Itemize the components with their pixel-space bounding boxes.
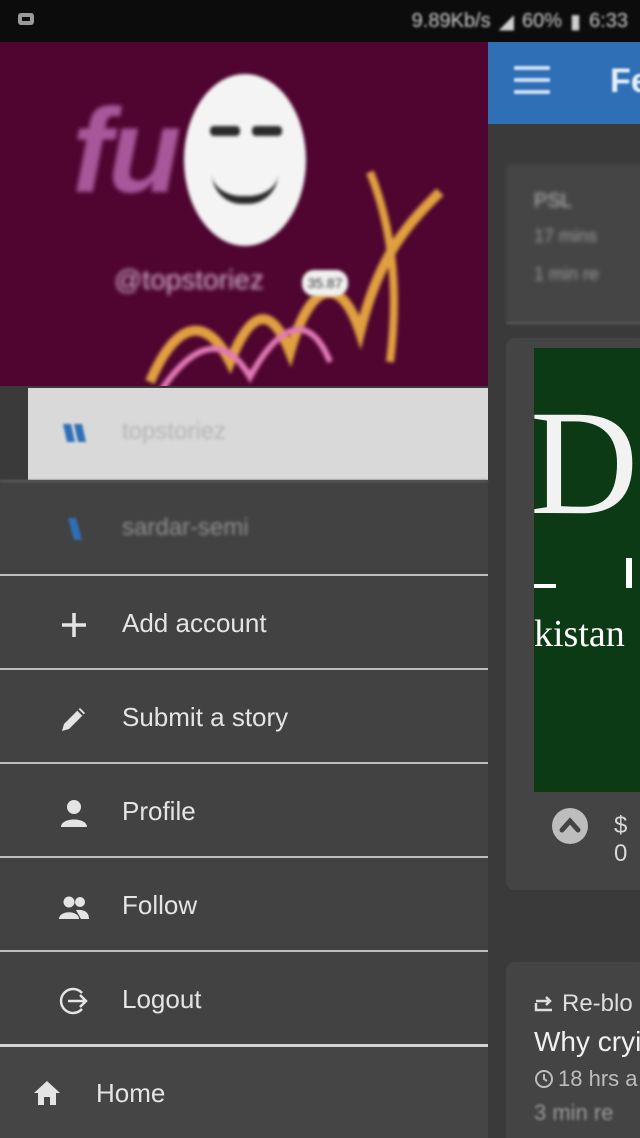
story-read-time: 3 min re — [534, 1100, 614, 1125]
battery-icon: ▮ — [570, 11, 582, 33]
app-bar: Fe — [488, 42, 640, 124]
account-logo-icon — [63, 424, 86, 442]
profile-handle: @topstoriez — [114, 264, 264, 295]
reblog-text: Re-blo — [562, 990, 633, 1017]
hamburger-menu-icon[interactable] — [514, 66, 550, 98]
home-button[interactable]: Home — [0, 1048, 488, 1138]
follow-button[interactable]: Follow — [0, 858, 488, 952]
profile-button[interactable]: Profile — [0, 764, 488, 858]
reblog-icon — [534, 996, 552, 1012]
pencil-icon — [62, 708, 85, 731]
logout-button[interactable]: Logout — [0, 952, 488, 1046]
story-read-time: 1 min re — [534, 264, 600, 284]
story-card[interactable]: PSL 17 mins 1 min re — [506, 164, 640, 324]
person-icon — [61, 800, 87, 827]
clock-icon — [535, 1070, 553, 1088]
clock: 6:33 — [589, 10, 628, 32]
submit-story-button[interactable]: Submit a story — [0, 670, 488, 764]
payout-value: $ 0 — [614, 812, 628, 867]
menu-item-label: Add account — [122, 608, 267, 638]
profile-header[interactable]: fu @topstoriez 35.87 — [0, 42, 488, 386]
status-bar: 9.89Kb/s ◢ 60% ▮ 6:33 — [0, 0, 640, 42]
story-time: 17 mins — [534, 226, 598, 246]
reputation-badge: 35.87 — [302, 270, 348, 296]
menu-item-label: Follow — [122, 890, 198, 920]
feed-panel: Fe PSL 17 mins 1 min re Da kistan $ 0 Re… — [488, 42, 640, 1138]
story-image[interactable]: Da kistan — [534, 348, 640, 792]
plus-icon — [62, 613, 86, 637]
navigation-drawer: fu @topstoriez 35.87 topstoriez sardar-s… — [0, 42, 488, 1138]
network-speed: 9.89Kb/s — [411, 10, 491, 32]
account-label: sardar-semi — [122, 514, 249, 541]
account-highlight — [28, 388, 488, 480]
story-card[interactable]: Da kistan $ 0 — [506, 338, 640, 890]
home-label: Home — [96, 1078, 166, 1108]
people-icon — [59, 896, 89, 919]
upvote-button[interactable] — [552, 808, 588, 844]
menu-item-label: Logout — [122, 984, 202, 1014]
logout-icon — [59, 987, 88, 1015]
app-bar-title: Fe — [610, 62, 640, 100]
image-text-small: kistan — [534, 613, 625, 655]
story-time: 18 hrs a — [534, 1066, 638, 1092]
story-time-text: 18 hrs a — [558, 1066, 638, 1091]
image-mark — [626, 558, 632, 588]
account-logo-icon — [68, 518, 82, 540]
image-text-large: Da — [534, 380, 640, 546]
image-mark — [534, 584, 556, 588]
divider — [0, 1044, 488, 1047]
story-card[interactable]: Re-blo Why cryi 18 hrs a 3 min re — [506, 962, 640, 1138]
account-label: topstoriez — [122, 418, 227, 445]
story-headline[interactable]: Why cryi — [534, 1026, 640, 1058]
account-item-sardar-semi[interactable]: sardar-semi — [0, 482, 488, 576]
home-icon — [34, 1081, 60, 1105]
account-item-topstoriez[interactable]: topstoriez — [0, 386, 488, 480]
story-title: PSL — [534, 190, 572, 212]
chevron-up-icon — [559, 817, 581, 833]
add-account-button[interactable]: Add account — [0, 576, 488, 670]
battery-level: 60% — [522, 10, 563, 32]
notification-icon — [18, 13, 34, 25]
reblog-label: Re-blo — [534, 990, 633, 1018]
menu-item-label: Submit a story — [122, 702, 289, 732]
feed-divider — [506, 322, 640, 324]
signal-icon: ◢ — [498, 11, 515, 33]
menu-item-label: Profile — [122, 796, 196, 826]
